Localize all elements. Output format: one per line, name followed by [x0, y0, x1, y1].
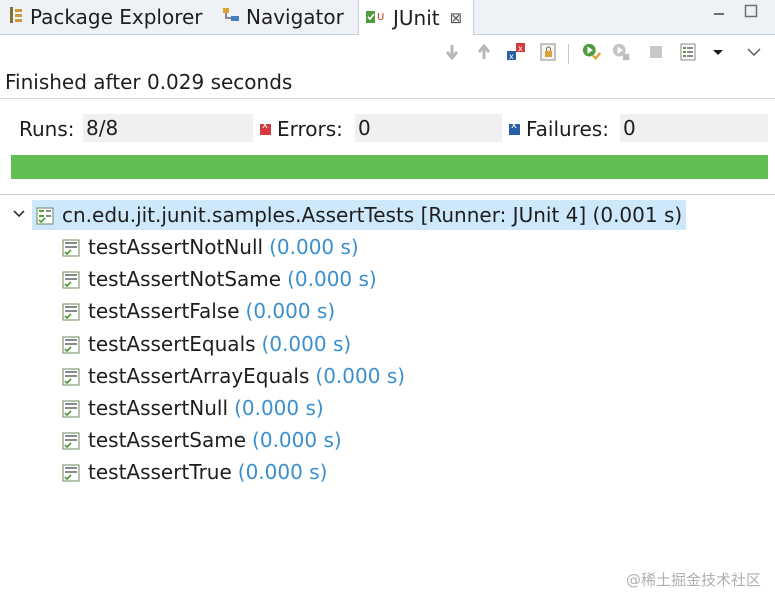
test-case-node[interactable]: testAssertEquals (0.000 s) [62, 329, 351, 359]
junit-icon: U [365, 6, 387, 30]
test-passed-icon [62, 302, 80, 321]
test-case-node[interactable]: testAssertFalse (0.000 s) [62, 296, 335, 326]
tab-navigator[interactable]: Navigator [222, 0, 344, 34]
test-case-node[interactable]: testAssertNotSame (0.000 s) [62, 264, 377, 294]
chevron-down-icon[interactable] [12, 206, 26, 220]
test-suite-icon [36, 206, 54, 225]
svg-text:x: x [509, 52, 514, 61]
toolbar-separator [568, 44, 569, 64]
test-case-name: testAssertNotNull [88, 235, 264, 259]
test-suite-node[interactable]: cn.edu.jit.junit.samples.AssertTests [Ru… [32, 200, 687, 230]
errors-value: 0 [355, 114, 502, 142]
runs-label: Runs: [19, 117, 75, 141]
test-passed-icon [62, 463, 80, 482]
failures-value: 0 [620, 114, 768, 142]
svg-text:U: U [377, 12, 384, 23]
test-passed-icon [62, 367, 80, 386]
error-icon [260, 120, 271, 135]
rerun-failed-first-icon[interactable] [612, 42, 632, 62]
run-status-text: Finished after 0.029 seconds [5, 70, 293, 94]
view-tab-bar: Package Explorer Navigator U JUnit ⊠ [0, 0, 775, 35]
test-case-time: (0.000 s) [234, 396, 324, 420]
test-case-name: testAssertNotSame [88, 267, 282, 292]
test-case-node[interactable]: testAssertTrue (0.000 s) [62, 457, 327, 487]
rerun-test-icon[interactable] [582, 42, 602, 62]
test-passed-icon [62, 335, 80, 354]
package-explorer-icon [8, 5, 24, 29]
progress-fill [11, 155, 768, 179]
test-case-name: testAssertTrue [88, 460, 232, 485]
test-case-name: testAssertArrayEquals [88, 363, 310, 388]
view-menu-icon[interactable] [744, 42, 764, 62]
failure-icon [509, 120, 520, 135]
test-case-time: (0.000 s) [261, 331, 352, 356]
maximize-icon[interactable] [744, 4, 758, 22]
errors-label: Errors: [277, 117, 343, 141]
test-case-time: (0.000 s) [269, 235, 359, 259]
scroll-lock-icon[interactable] [538, 42, 558, 62]
dropdown-arrow-icon[interactable] [708, 42, 728, 62]
test-case-node[interactable]: testAssertSame (0.000 s) [62, 425, 342, 455]
test-case-node[interactable]: testAssertArrayEquals (0.000 s) [62, 361, 405, 391]
test-case-name: testAssertSame [88, 428, 247, 453]
minimize-icon[interactable] [712, 4, 726, 22]
svg-text:x: x [518, 44, 523, 53]
test-passed-icon [62, 399, 80, 418]
test-passed-icon [62, 238, 80, 257]
test-passed-icon [62, 431, 80, 450]
errors-label-group: Errors: [260, 117, 343, 141]
test-case-node[interactable]: testAssertNotNull (0.000 s) [62, 232, 359, 262]
junit-toolbar: x x [0, 40, 775, 68]
close-tab-icon[interactable]: ⊠ [450, 9, 463, 27]
test-case-time: (0.000 s) [287, 267, 377, 292]
runs-value: 8/8 [83, 114, 253, 142]
test-run-history-icon[interactable] [678, 42, 698, 62]
watermark-text: @稀土掘金技术社区 [625, 571, 761, 589]
test-case-time: (0.000 s) [237, 460, 328, 485]
show-failures-only-icon[interactable]: x x [506, 42, 526, 62]
next-failure-icon[interactable] [442, 42, 462, 62]
previous-failure-icon[interactable] [474, 42, 494, 62]
stop-icon[interactable] [646, 42, 666, 62]
test-case-name: testAssertEquals [88, 331, 256, 356]
test-progress-bar [11, 155, 768, 179]
test-case-time: (0.000 s) [245, 299, 336, 324]
test-case-node[interactable]: testAssertNull (0.000 s) [62, 393, 324, 423]
status-divider [0, 98, 775, 99]
test-suite-name: cn.edu.jit.junit.samples.AssertTests [Ru… [62, 203, 683, 227]
test-case-time: (0.000 s) [252, 428, 342, 453]
failures-label-group: Failures: [509, 117, 609, 141]
navigator-icon [222, 5, 240, 29]
tab-junit[interactable]: U JUnit ⊠ [358, 0, 474, 35]
tab-label: Navigator [246, 5, 344, 29]
tab-label: Package Explorer [30, 5, 203, 29]
test-case-name: testAssertFalse [88, 299, 240, 324]
test-case-time: (0.000 s) [315, 363, 406, 388]
tab-package-explorer[interactable]: Package Explorer [8, 0, 203, 34]
failures-label: Failures: [526, 117, 609, 141]
test-case-name: testAssertNull [88, 396, 229, 420]
tab-label: JUnit [393, 5, 440, 30]
test-passed-icon [62, 270, 80, 289]
results-divider [0, 194, 775, 195]
